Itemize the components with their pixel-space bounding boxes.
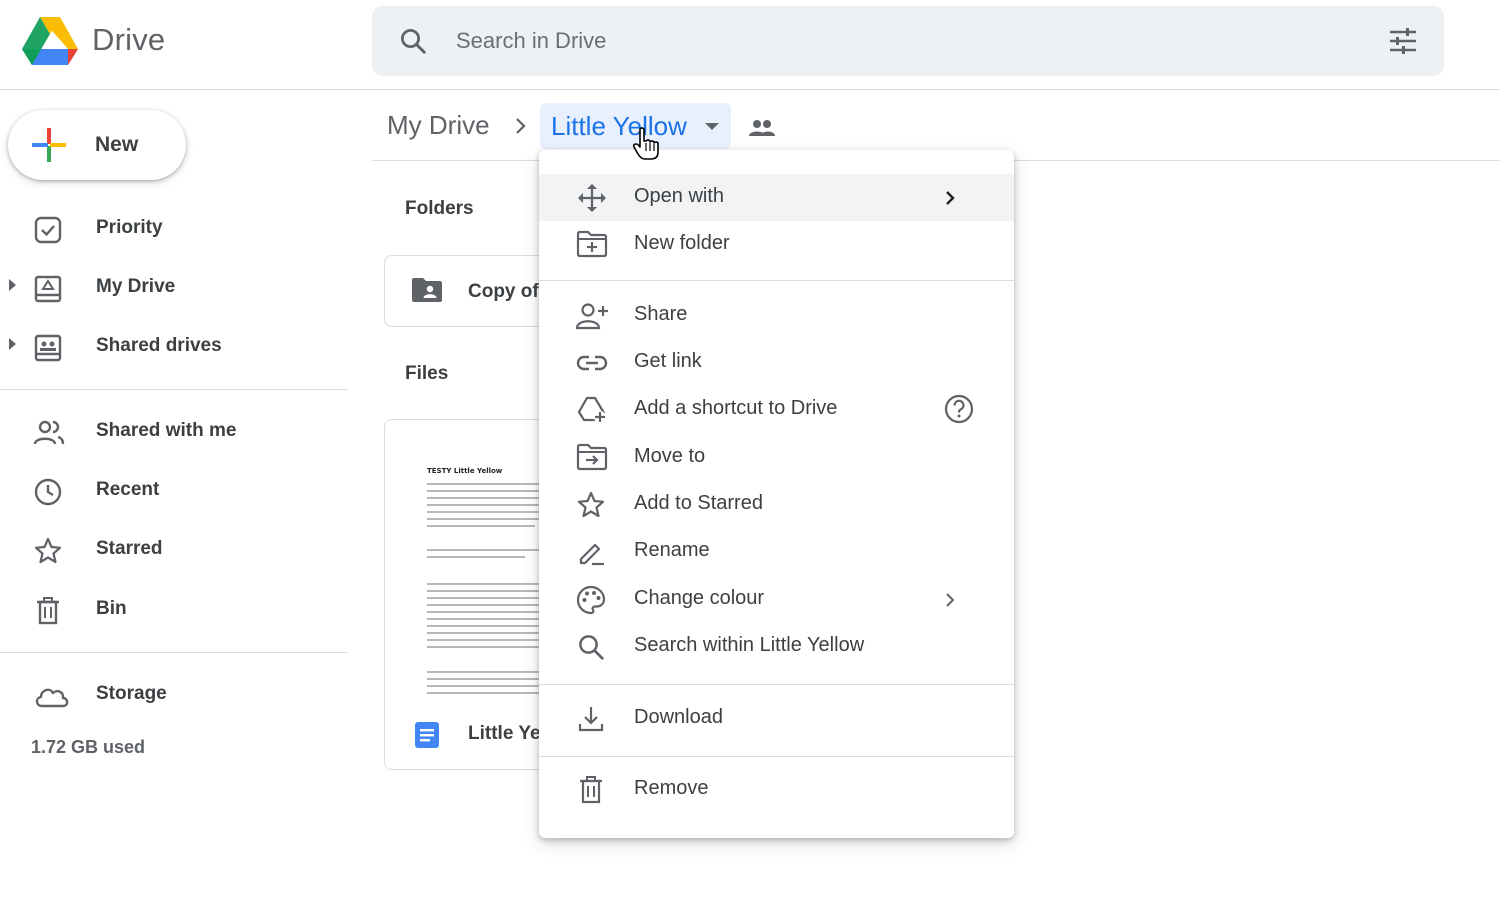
- search-options-icon[interactable]: [1388, 27, 1418, 55]
- menu-item-label: New folder: [634, 232, 730, 254]
- shared-folder-people-icon[interactable]: [748, 116, 776, 140]
- link-icon: [576, 348, 608, 378]
- menu-item-new-folder[interactable]: New folder: [539, 221, 1014, 268]
- menu-item-label: Get link: [634, 350, 702, 372]
- sidebar-item-label: Starred: [96, 538, 163, 559]
- menu-item-change-colour[interactable]: Change colour: [539, 576, 1014, 623]
- drive-logo-icon[interactable]: [22, 15, 78, 67]
- new-button[interactable]: New: [8, 110, 186, 180]
- sidebar-item-label: Bin: [96, 598, 127, 619]
- submenu-chevron-icon: [944, 591, 956, 609]
- menu-item-open-with[interactable]: Open with: [539, 174, 1014, 221]
- clock-icon: [33, 477, 63, 507]
- menu-item-remove[interactable]: Remove: [539, 766, 1014, 813]
- trash-icon: [33, 596, 63, 626]
- shared-drives-icon: [33, 333, 63, 363]
- chevron-right-icon: [512, 116, 528, 136]
- sidebar-item-label: Shared with me: [96, 420, 237, 441]
- menu-item-add-shortcut[interactable]: Add a shortcut to Drive: [539, 386, 1014, 433]
- folders-section-label: Folders: [405, 198, 474, 219]
- submenu-chevron-icon: [944, 189, 956, 207]
- move-to-icon: [576, 443, 608, 471]
- sidebar-item-label: My Drive: [96, 276, 176, 297]
- top-bar: Drive: [0, 0, 1500, 90]
- menu-item-share[interactable]: Share: [539, 292, 1014, 339]
- menu-item-label: Rename: [634, 539, 710, 561]
- menu-item-label: Remove: [634, 777, 709, 799]
- sidebar-item-shared-with-me[interactable]: Shared with me: [0, 406, 340, 456]
- menu-item-download[interactable]: Download: [539, 695, 1014, 742]
- app-title: Drive: [92, 22, 166, 57]
- add-shortcut-icon: [576, 395, 608, 425]
- palette-icon: [576, 585, 606, 615]
- sidebar-item-recent[interactable]: Recent: [0, 465, 340, 515]
- google-docs-icon: [415, 722, 439, 748]
- file-name: Little Ye: [468, 723, 541, 744]
- sidebar-divider: [0, 389, 348, 390]
- search-icon[interactable]: [398, 26, 428, 56]
- menu-item-move-to[interactable]: Move to: [539, 434, 1014, 481]
- menu-divider: [539, 280, 1014, 281]
- star-icon: [576, 490, 606, 520]
- menu-item-label: Download: [634, 706, 723, 728]
- menu-item-label: Add to Starred: [634, 492, 763, 514]
- menu-item-rename[interactable]: Rename: [539, 528, 1014, 575]
- sidebar-item-priority[interactable]: Priority: [0, 203, 340, 253]
- menu-divider: [539, 756, 1014, 757]
- thumbnail-title: TESTY Little Yellow: [427, 467, 503, 475]
- search-input[interactable]: [456, 20, 1356, 62]
- sidebar-item-starred[interactable]: Starred: [0, 524, 340, 574]
- sidebar-item-label: Storage: [96, 683, 167, 704]
- cloud-icon: [33, 681, 71, 711]
- sidebar-item-label: Recent: [96, 479, 160, 500]
- breadcrumb-my-drive[interactable]: My Drive: [387, 110, 490, 141]
- expand-arrow-icon[interactable]: [9, 338, 16, 350]
- priority-icon: [33, 215, 63, 245]
- menu-item-label: Search within Little Yellow: [634, 634, 865, 656]
- sidebar-item-my-drive[interactable]: My Drive: [0, 262, 340, 312]
- search-bar[interactable]: [372, 6, 1444, 76]
- sidebar-item-storage[interactable]: Storage: [0, 669, 340, 719]
- sidebar-item-label: Shared drives: [96, 335, 222, 356]
- folder-name: Copy of: [468, 281, 539, 302]
- star-icon: [33, 536, 63, 566]
- menu-item-get-link[interactable]: Get link: [539, 339, 1014, 386]
- menu-item-label: Add a shortcut to Drive: [634, 397, 838, 419]
- sidebar-item-bin[interactable]: Bin: [0, 584, 340, 634]
- search-icon: [576, 632, 606, 662]
- hand-cursor-icon: [632, 127, 660, 161]
- breadcrumb-current-label: Little Yellow: [551, 111, 687, 141]
- menu-item-label: Open with: [634, 185, 725, 207]
- expand-arrow-icon[interactable]: [9, 279, 16, 291]
- menu-item-label: Change colour: [634, 587, 765, 609]
- files-section-label: Files: [405, 363, 449, 384]
- folder-context-menu: Open with New folder Share Get link Add …: [539, 150, 1014, 838]
- menu-item-search-within[interactable]: Search within Little Yellow: [539, 623, 1014, 670]
- open-with-icon: [576, 183, 608, 213]
- menu-divider: [539, 684, 1014, 685]
- menu-item-label: Share: [634, 303, 688, 325]
- help-icon[interactable]: [944, 394, 974, 424]
- sidebar-divider: [0, 652, 348, 653]
- trash-icon: [576, 775, 606, 805]
- caret-down-icon: [705, 123, 719, 130]
- new-button-label: New: [95, 133, 139, 156]
- sidebar-item-label: Priority: [96, 217, 163, 238]
- download-icon: [576, 704, 606, 734]
- new-folder-icon: [576, 230, 608, 258]
- my-drive-icon: [33, 274, 63, 304]
- shared-with-me-icon: [33, 418, 65, 448]
- shared-folder-icon: [411, 277, 443, 303]
- menu-item-add-to-starred[interactable]: Add to Starred: [539, 481, 1014, 528]
- menu-item-label: Move to: [634, 445, 706, 467]
- plus-icon: [30, 126, 68, 164]
- sidebar-item-shared-drives[interactable]: Shared drives: [0, 321, 340, 371]
- rename-icon: [576, 537, 606, 567]
- share-icon: [576, 301, 610, 331]
- storage-used-text: 1.72 GB used: [31, 737, 146, 757]
